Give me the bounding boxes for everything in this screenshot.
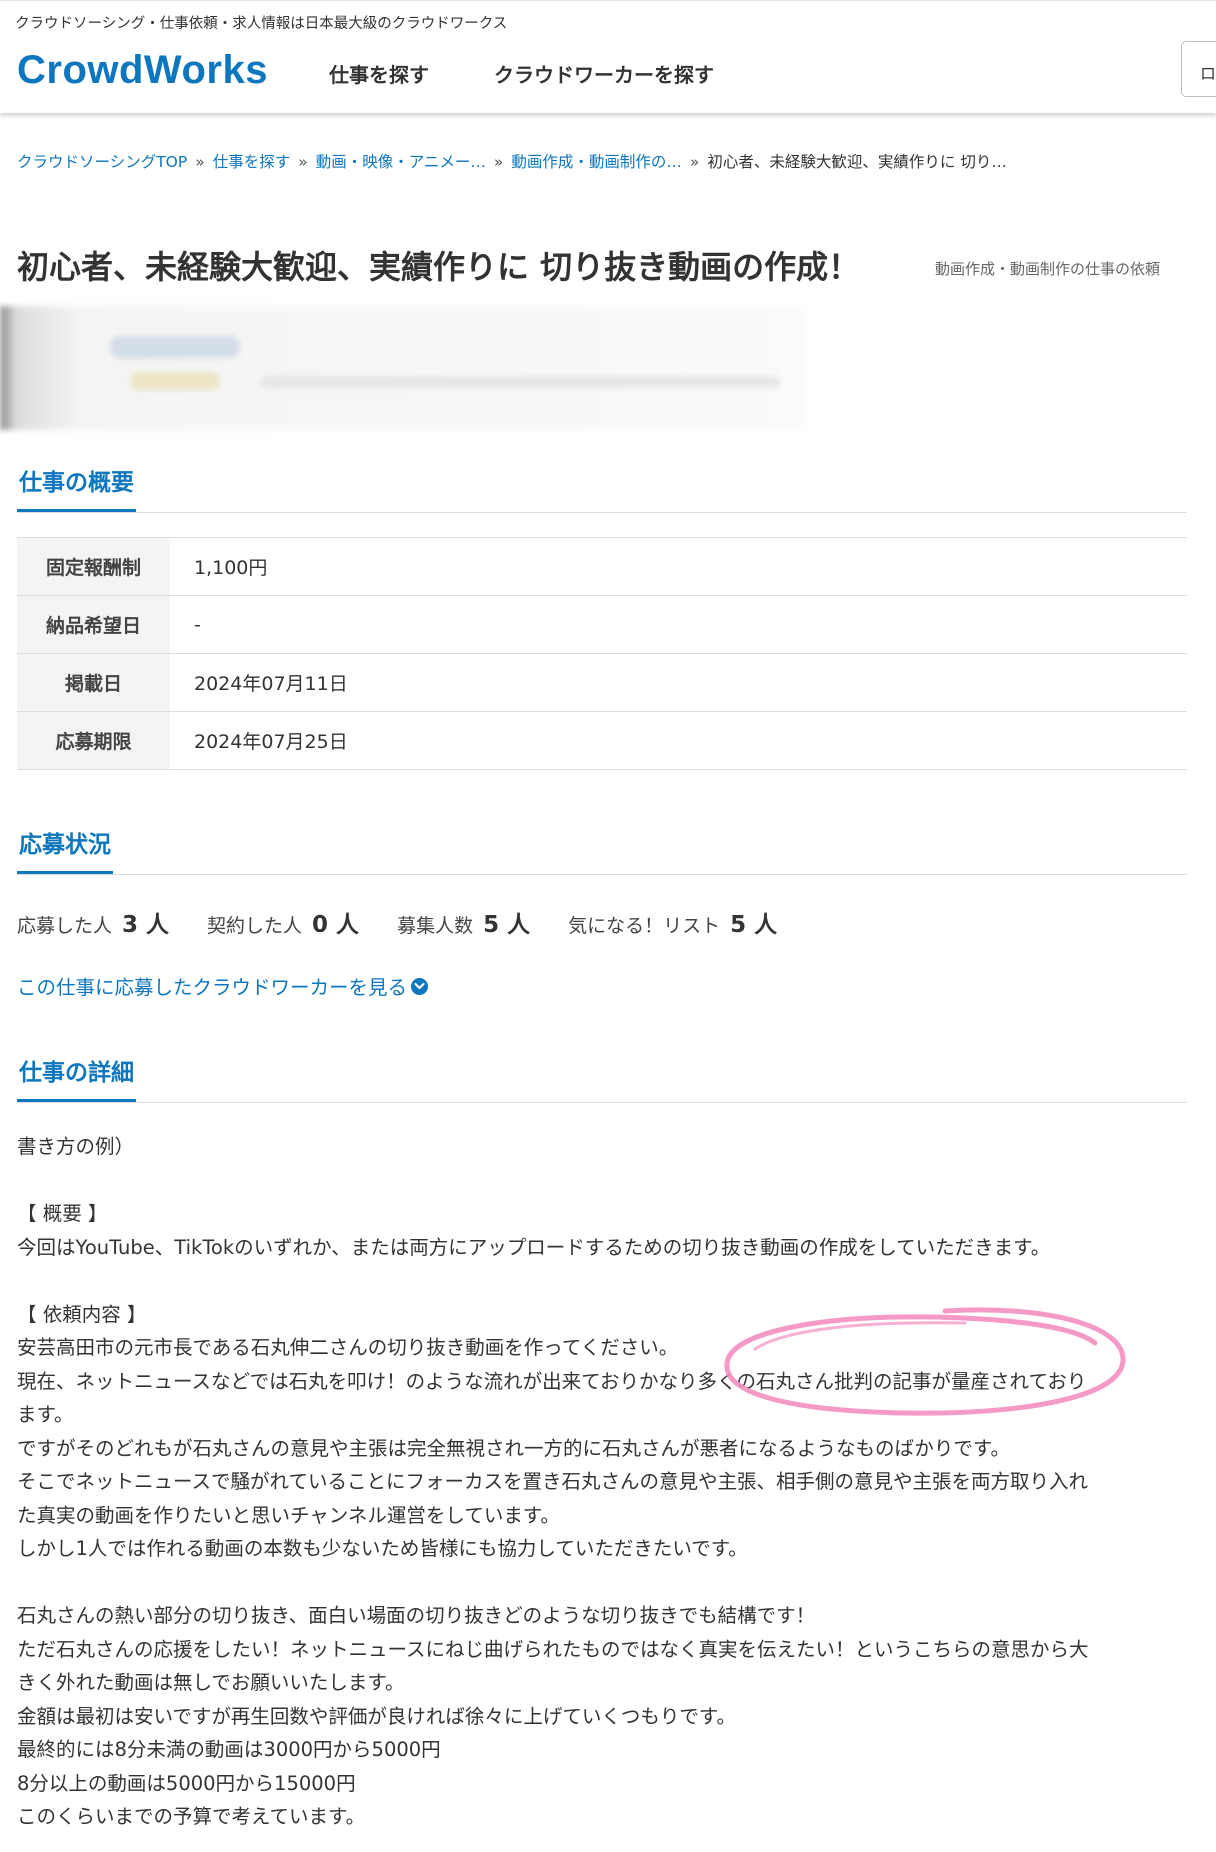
description-line: 【 依頼内容 】	[17, 1302, 147, 1326]
stat-contracted-value: 0 人	[312, 912, 360, 938]
description-line: ます。	[17, 1403, 74, 1426]
stat-applied-value: 3 人	[122, 912, 170, 938]
stat-watchlist: 気になる！リスト 5 人	[568, 905, 777, 939]
table-row: 応募期限 2024年07月25日	[17, 711, 1187, 770]
blurred-banner-image	[0, 306, 806, 430]
description-line: 書き方の例）	[17, 1135, 135, 1158]
application-stats: 応募した人 3 人契約した人 0 人募集人数 5 人気になる！リスト 5 人	[17, 905, 815, 939]
stat-recruiting: 募集人数 5 人	[397, 905, 530, 939]
description-line: そこでネットニュースで騒がれていることにフォーカスを置き石丸さんの意見や主張、相…	[17, 1470, 1088, 1493]
summary-label-deadline: 応募期限	[17, 711, 170, 770]
summary-value-posted-date: 2024年07月11日	[170, 653, 1187, 712]
description-line: た真実の動画を作りたいと思いチャンネル運営をしています。	[17, 1503, 560, 1527]
description-line: ですがそのどれもが石丸さんの意見や主張は完全無視され一方的に石丸さんが悪者になる…	[17, 1436, 1010, 1460]
table-row: 掲載日 2024年07月11日	[17, 653, 1187, 712]
description-line	[17, 1164, 1197, 1198]
page-title: 初心者、未経験大歓迎、実績作りに 切り抜き動画の作成！	[17, 248, 861, 286]
stat-contracted: 契約した人 0 人	[207, 905, 359, 939]
breadcrumb-top[interactable]: クラウドソーシングTOP	[17, 153, 187, 171]
nav-find-jobs[interactable]: 仕事を探す	[329, 59, 429, 88]
summary-label-fixed-fee: 固定報酬制	[17, 537, 170, 596]
login-button[interactable]: ロ	[1181, 41, 1216, 97]
stat-recruiting-label: 募集人数	[397, 915, 474, 937]
description-line: 【 概要 】	[17, 1202, 108, 1225]
summary-label-posted-date: 掲載日	[17, 653, 170, 712]
description-line	[17, 1264, 1197, 1298]
description-line: 現在、ネットニュースなどでは石丸を叩け！のような流れが出来ておりかなり多くの石丸…	[17, 1369, 1087, 1393]
summary-value-fixed-fee: 1,100円	[170, 537, 1187, 596]
crowdworks-logo[interactable]: CrowdWorks	[17, 47, 268, 93]
view-applicants-label: この仕事に応募したクラウドワーカーを見る	[17, 976, 408, 999]
summary-label-delivery-date: 納品希望日	[17, 595, 170, 654]
description-line: しかし1人では作れる動画の本数も少ないため皆様にも協力していただきたいです。	[17, 1537, 748, 1560]
details-heading: 仕事の詳細	[17, 1057, 136, 1102]
breadcrumb-video-animation[interactable]: 動画・映像・アニメー…	[316, 153, 486, 171]
description-line: 安芸高田市の元市長である石丸伸二さんの切り抜き動画を作ってください。	[17, 1336, 679, 1359]
description-line: ただ石丸さんの応援をしたい！ネットニュースにねじ曲げられたものではなく真実を伝え…	[17, 1637, 1089, 1661]
description-line: 最終的には8分未満の動画は3000円から5000円	[17, 1738, 441, 1761]
job-description: 書き方の例） 【 概要 】 今回はYouTube、TikTokのいずれか、または…	[17, 1130, 1197, 1834]
breadcrumb-find-jobs[interactable]: 仕事を探す	[213, 153, 291, 171]
status-heading: 応募状況	[17, 829, 113, 874]
category-note[interactable]: 動画作成・動画制作の仕事の依頼	[935, 258, 1160, 279]
description-line: このくらいまでの予算で考えています。	[17, 1805, 366, 1828]
details-heading-bar: 仕事の詳細	[17, 1054, 1187, 1103]
table-row: 固定報酬制 1,100円	[17, 537, 1187, 596]
site-header: クラウドソーシング・仕事依頼・求人情報は日本最大級のクラウドワークス Crowd…	[0, 0, 1216, 113]
summary-heading-bar: 仕事の概要	[17, 464, 1187, 513]
stat-applied: 応募した人 3 人	[17, 905, 169, 939]
description-line: 8分以上の動画は5000円から15000円	[17, 1771, 356, 1795]
stat-applied-label: 応募した人	[17, 915, 113, 937]
summary-value-delivery-date: -	[170, 595, 1187, 654]
summary-value-deadline: 2024年07月25日	[170, 711, 1187, 770]
summary-heading: 仕事の概要	[17, 467, 136, 512]
breadcrumb-video-production[interactable]: 動画作成・動画制作の…	[511, 153, 682, 171]
breadcrumb: クラウドソーシングTOP » 仕事を探す » 動画・映像・アニメー… » 動画作成・動画制作…	[17, 150, 1007, 172]
breadcrumb-separator: »	[493, 153, 504, 171]
stat-watchlist-label: 気になる！リスト	[568, 915, 721, 937]
stat-contracted-label: 契約した人	[207, 915, 303, 937]
description-line: 石丸さんの熱い部分の切り抜き、面白い場面の切り抜きどのような切り抜きでも結構です…	[17, 1604, 816, 1627]
table-row: 納品希望日 -	[17, 595, 1187, 654]
description-line: 今回はYouTube、TikTokのいずれか、または両方にアップロードするための…	[17, 1235, 1051, 1259]
chevron-down-icon	[411, 978, 429, 995]
breadcrumb-separator: »	[689, 153, 700, 171]
stat-watchlist-value: 5 人	[730, 912, 778, 938]
breadcrumb-separator: »	[195, 153, 205, 171]
site-tagline: クラウドソーシング・仕事依頼・求人情報は日本最大級のクラウドワークス	[15, 16, 508, 32]
view-applicants-link[interactable]: この仕事に応募したクラウドワーカーを見る	[17, 971, 429, 1000]
breadcrumb-current: 初心者、未経験大歓迎、実績作りに 切り…	[707, 153, 1007, 171]
breadcrumb-separator: »	[298, 153, 308, 171]
status-heading-bar: 応募状況	[17, 826, 1187, 875]
summary-table: 固定報酬制 1,100円 納品希望日 - 掲載日 2024年07月11日 応募期…	[17, 537, 1187, 770]
description-line	[17, 1566, 1197, 1600]
description-line: きく外れた動画は無しでお願いいたします。	[17, 1671, 405, 1694]
nav-find-workers[interactable]: クラウドワーカーを探す	[494, 59, 714, 88]
description-line: 金額は最初は安いですが再生回数や評価が良ければ徐々に上げていくつもりです。	[17, 1704, 736, 1728]
stat-recruiting-value: 5 人	[483, 912, 531, 938]
